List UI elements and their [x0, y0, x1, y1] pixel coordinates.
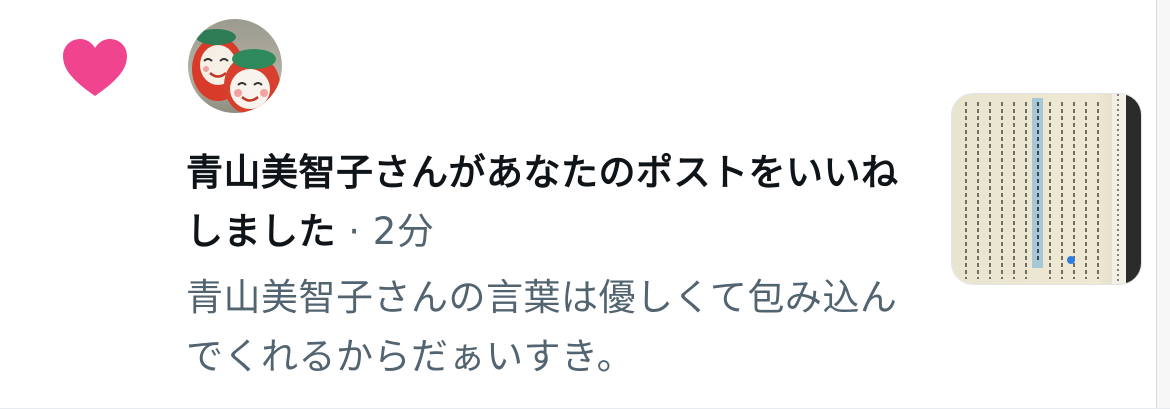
- like-notification[interactable]: 青山美智子さんがあなたのポストをいいねしました · 2分 青山美智子さんの言葉は…: [0, 0, 1170, 409]
- scrollbar[interactable]: [1156, 0, 1170, 409]
- heart-icon: [63, 39, 127, 96]
- separator: ·: [336, 210, 373, 253]
- post-thumbnail[interactable]: [951, 93, 1142, 285]
- timestamp: 2分: [372, 210, 435, 253]
- post-excerpt[interactable]: 青山美智子さんの言葉は優しくて包み込んでくれるからだぁいすき。: [186, 268, 916, 386]
- avatar[interactable]: [188, 19, 282, 113]
- actor-name[interactable]: 青山美智子: [186, 151, 374, 194]
- notification-headline: 青山美智子さんがあなたのポストをいいねしました · 2分: [186, 143, 916, 261]
